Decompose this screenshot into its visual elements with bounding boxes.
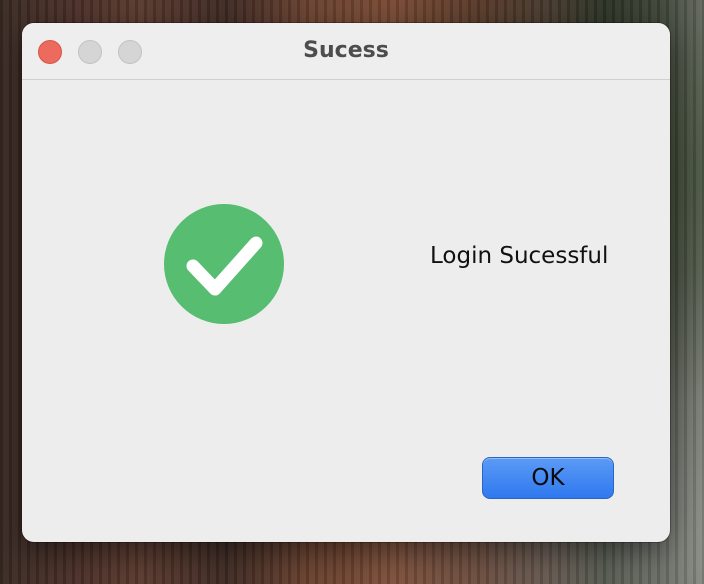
checkmark-circle-icon — [163, 203, 285, 325]
window-title: Sucess — [303, 38, 389, 63]
title-bar: Sucess — [22, 23, 670, 80]
success-message: Login Sucessful — [430, 243, 609, 269]
success-dialog: Sucess Login Sucessful OK — [22, 23, 670, 542]
ok-button[interactable]: OK — [482, 457, 614, 499]
